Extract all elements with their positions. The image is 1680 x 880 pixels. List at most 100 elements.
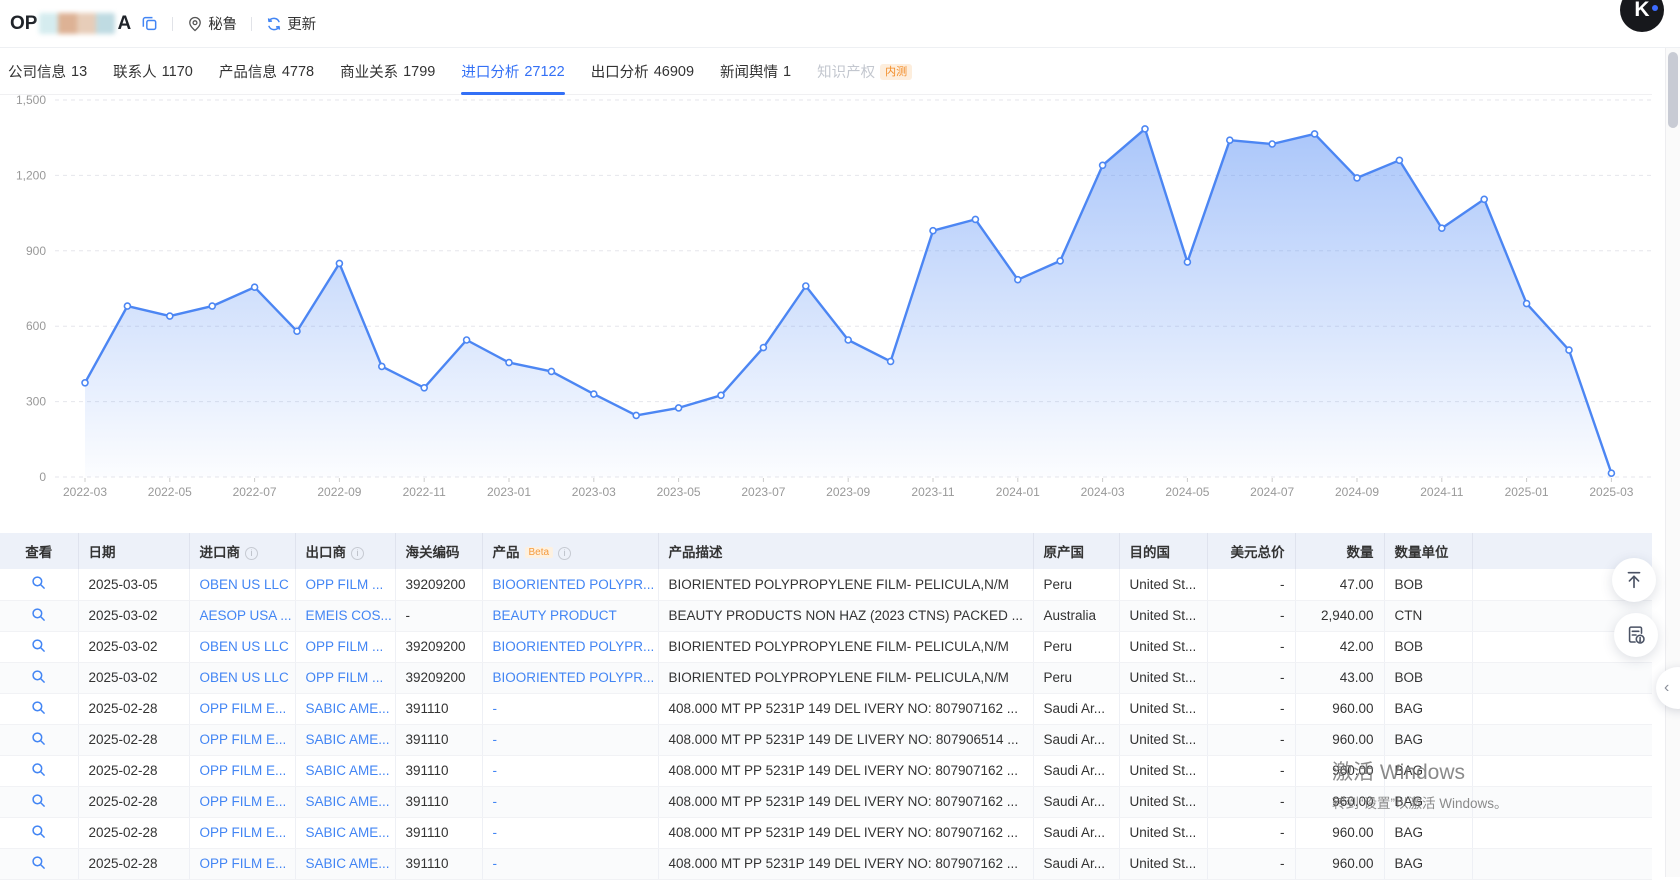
collapse-panel-tab[interactable]: ‹ (1656, 667, 1680, 709)
importer-link[interactable]: OPP FILM E... (200, 794, 287, 809)
tab-label: 商业关系 (340, 61, 398, 82)
product-link[interactable]: - (493, 825, 498, 840)
data-point-marker (1566, 347, 1572, 353)
row-detail-button[interactable] (31, 793, 46, 808)
exporter-link[interactable]: EMEIS COS... (306, 608, 392, 623)
tab-business-relations[interactable]: 商业关系1799 (340, 49, 435, 94)
exporter-link[interactable]: OPP FILM ... (306, 670, 384, 685)
importer-link[interactable]: OBEN US LLC (200, 639, 289, 654)
x-axis-label: 2023-11 (911, 485, 954, 499)
shipments-table-wrap: 查看日期进口商i出口商i海关编码产品Betai产品描述原产国目的国美元总价数量数… (0, 533, 1652, 880)
importer-link[interactable]: OPP FILM E... (200, 856, 287, 871)
cell-product: - (482, 693, 658, 724)
table-row: 2025-03-05OBEN US LLCOPP FILM ...3920920… (0, 569, 1652, 600)
cell-qty: 42.00 (1295, 631, 1384, 662)
tab-label: 出口分析 (591, 61, 649, 82)
product-link[interactable]: BIOORIENTED POLYPR... (493, 670, 655, 685)
product-link[interactable]: BIOORIENTED POLYPR... (493, 577, 655, 592)
tab-ip[interactable]: 知识产权内测 (817, 49, 912, 94)
copy-icon (141, 15, 158, 32)
redact-block (96, 13, 115, 34)
beta-badge: Beta (525, 547, 554, 558)
row-detail-button[interactable] (31, 575, 46, 590)
cell-blank (1472, 755, 1652, 786)
logo-avatar[interactable]: K (1620, 0, 1664, 32)
cell-origin: Saudi Ar... (1033, 848, 1119, 879)
data-point-marker (633, 412, 639, 418)
exporter-link[interactable]: SABIC AME... (306, 856, 390, 871)
row-detail-button[interactable] (31, 700, 46, 715)
data-point-marker (760, 345, 766, 351)
search-icon (31, 638, 46, 653)
importer-link[interactable]: OPP FILM E... (200, 763, 287, 778)
copy-button[interactable] (141, 15, 158, 32)
tab-count: 1 (783, 64, 791, 80)
column-header-exporter: 出口商i (295, 533, 395, 569)
exporter-link[interactable]: OPP FILM ... (306, 577, 384, 592)
product-link[interactable]: BEAUTY PRODUCT (493, 608, 617, 623)
importer-link[interactable]: OBEN US LLC (200, 670, 289, 685)
product-link[interactable]: - (493, 701, 498, 716)
refresh-button[interactable]: 更新 (266, 13, 316, 34)
page-scrollbar[interactable] (1665, 48, 1680, 877)
cell-hs: 39209200 (395, 662, 482, 693)
exporter-link[interactable]: SABIC AME... (306, 825, 390, 840)
trade-table: 查看日期进口商i出口商i海关编码产品Betai产品描述原产国目的国美元总价数量数… (0, 533, 1652, 880)
product-link[interactable]: - (493, 856, 498, 871)
column-header-hs: 海关编码 (395, 533, 482, 569)
column-header-label: 日期 (89, 545, 116, 560)
row-detail-button[interactable] (31, 762, 46, 777)
exporter-link[interactable]: SABIC AME... (306, 794, 390, 809)
importer-link[interactable]: OPP FILM E... (200, 825, 287, 840)
row-detail-button[interactable] (31, 638, 46, 653)
data-point-marker (464, 337, 470, 343)
row-detail-button[interactable] (31, 855, 46, 870)
tab-export-analysis[interactable]: 出口分析46909 (591, 49, 694, 94)
product-link[interactable]: - (493, 763, 498, 778)
tab-company-info[interactable]: 公司信息13 (8, 49, 87, 94)
tab-news[interactable]: 新闻舆情1 (720, 49, 791, 94)
cell-exporter: SABIC AME... (295, 817, 395, 848)
cell-date: 2025-03-05 (78, 569, 189, 600)
cell-hs: 391110 (395, 724, 482, 755)
importer-link[interactable]: AESOP USA ... (200, 608, 292, 623)
row-detail-button[interactable] (31, 824, 46, 839)
product-link[interactable]: - (493, 732, 498, 747)
row-detail-button[interactable] (31, 607, 46, 622)
tab-contacts[interactable]: 联系人1170 (113, 49, 193, 94)
scrollbar-thumb[interactable] (1668, 52, 1678, 128)
data-point-marker (591, 391, 597, 397)
info-icon: i (245, 547, 258, 560)
import-trend-chart[interactable]: 03006009001,2001,5002022-032022-052022-0… (0, 95, 1652, 509)
refresh-icon (266, 16, 282, 32)
importer-link[interactable]: OPP FILM E... (200, 701, 287, 716)
country-item[interactable]: 秘鲁 (187, 13, 237, 34)
row-detail-button[interactable] (31, 669, 46, 684)
exporter-link[interactable]: SABIC AME... (306, 732, 390, 747)
tab-product-info[interactable]: 产品信息4778 (219, 49, 314, 94)
cell-exporter: OPP FILM ... (295, 569, 395, 600)
importer-link[interactable]: OPP FILM E... (200, 732, 287, 747)
cell-unit: BAG (1384, 693, 1472, 724)
exporter-link[interactable]: SABIC AME... (306, 763, 390, 778)
cell-origin: Peru (1033, 569, 1119, 600)
search-icon (31, 575, 46, 590)
row-detail-button[interactable] (31, 731, 46, 746)
product-link[interactable]: BIOORIENTED POLYPR... (493, 639, 655, 654)
importer-link[interactable]: OBEN US LLC (200, 577, 289, 592)
data-point-marker (1524, 301, 1530, 307)
exporter-link[interactable]: OPP FILM ... (306, 639, 384, 654)
cell-unit: CTN (1384, 600, 1472, 631)
cell-view (0, 693, 78, 724)
tab-count: 27122 (524, 64, 564, 80)
tab-label: 联系人 (113, 61, 157, 82)
cell-date: 2025-02-28 (78, 693, 189, 724)
cell-origin: Peru (1033, 662, 1119, 693)
exporter-link[interactable]: SABIC AME... (306, 701, 390, 716)
back-to-top-button[interactable] (1612, 558, 1656, 602)
company-name-suffix: A (117, 13, 131, 35)
cell-desc: BIORIENTED POLYPROPYLENE FILM- PELICULA,… (658, 662, 1033, 693)
feedback-button[interactable] (1614, 613, 1658, 657)
product-link[interactable]: - (493, 794, 498, 809)
tab-import-analysis[interactable]: 进口分析27122 (461, 49, 564, 94)
